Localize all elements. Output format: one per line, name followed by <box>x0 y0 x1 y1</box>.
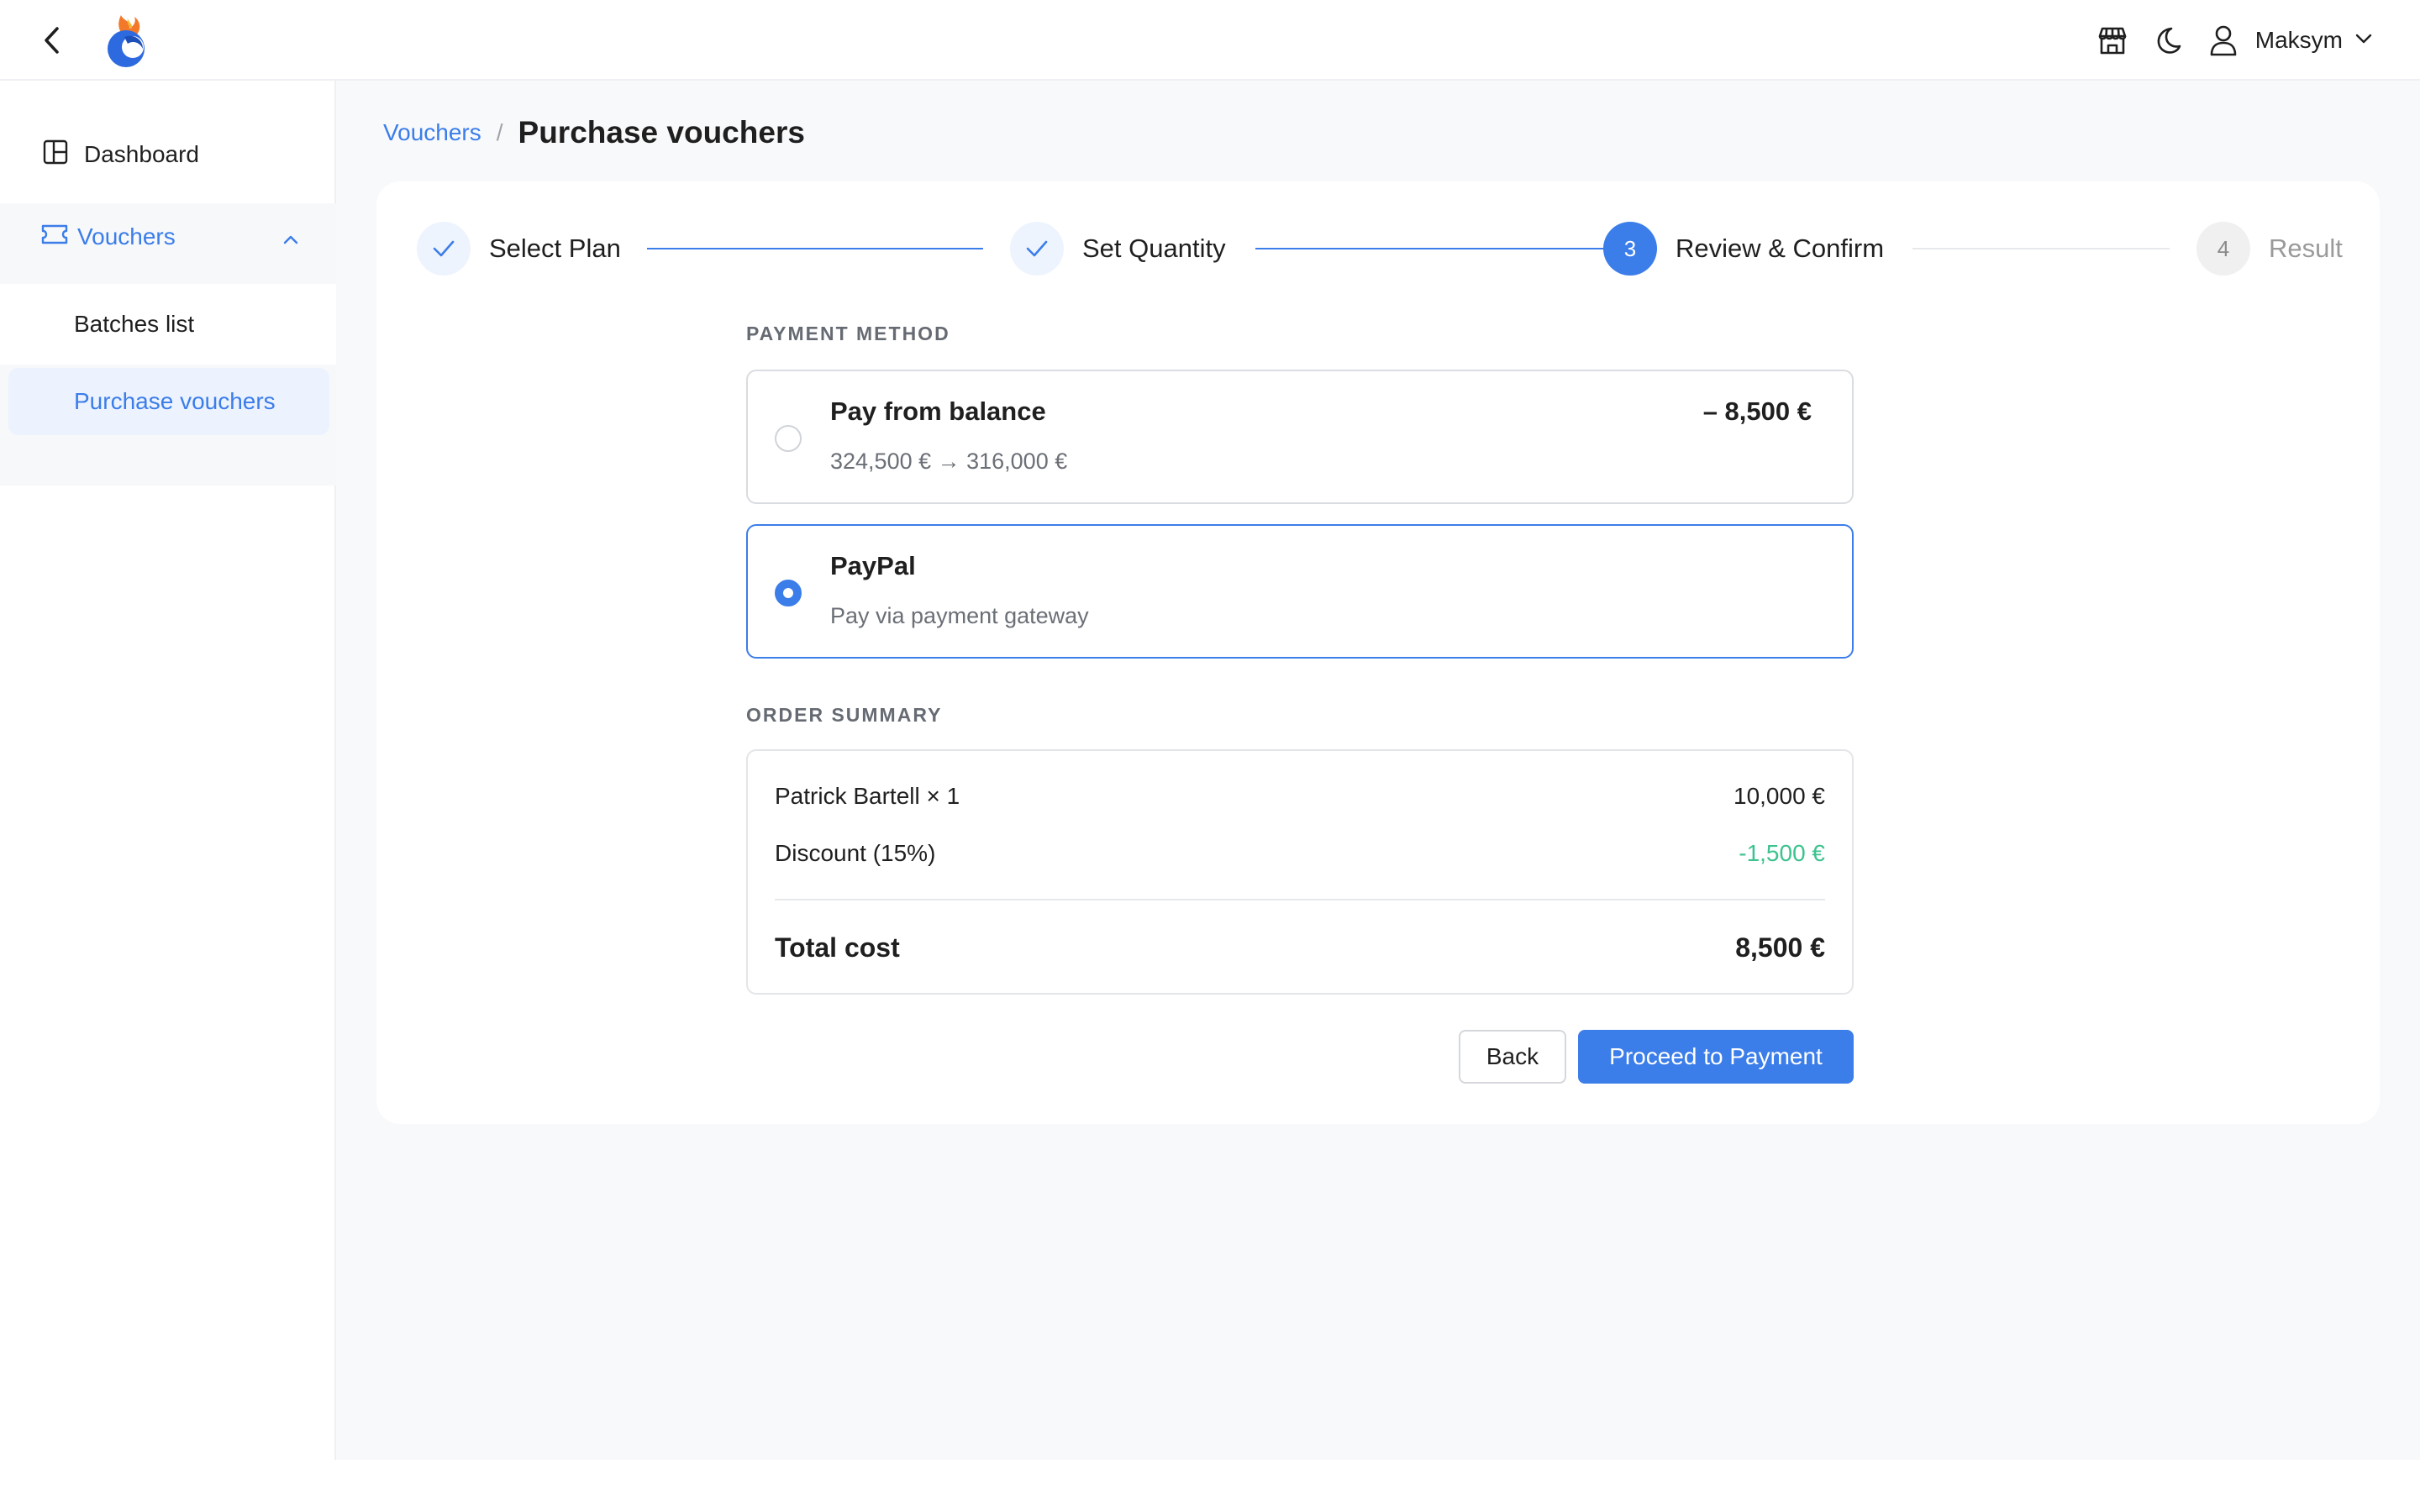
summary-row-label: Patrick Bartell × 1 <box>775 783 960 809</box>
sidebar-item-label: Batches list <box>74 311 195 337</box>
sidebar-item-purchase-vouchers[interactable]: Purchase vouchers <box>8 368 329 435</box>
step-label: Select Plan <box>489 234 621 263</box>
footer-strip <box>0 1460 2420 1512</box>
summary-row-value: 10,000 € <box>1733 783 1825 809</box>
sidebar-item-batches-list[interactable]: Batches list <box>0 284 336 365</box>
proceed-to-payment-button[interactable]: Proceed to Payment <box>1578 1030 1854 1084</box>
back-button[interactable]: Back <box>1459 1030 1566 1084</box>
step-connector <box>647 248 983 249</box>
user-name: Maksym <box>2254 27 2343 53</box>
summary-total-row: Total cost 8,500 € <box>775 932 1825 963</box>
step-connector <box>1912 248 2170 249</box>
sidebar-item-label: Purchase vouchers <box>74 388 276 414</box>
payment-option-subtitle: Pay via payment gateway <box>830 603 1089 628</box>
breadcrumb-separator: / <box>496 119 503 145</box>
step-result: 4 Result <box>2196 222 2343 276</box>
sidebar-item-vouchers[interactable]: Vouchers <box>8 203 328 270</box>
step-review-confirm: 3 Review & Confirm <box>1603 222 1884 276</box>
user-menu[interactable]: Maksym <box>2207 24 2373 57</box>
dashboard-icon <box>42 139 69 171</box>
sidebar-item-label: Vouchers <box>77 223 176 249</box>
breadcrumb: Vouchers / Purchase vouchers <box>383 113 805 153</box>
top-bar: Maksym <box>0 0 2420 81</box>
summary-row-value: -1,500 € <box>1739 840 1825 866</box>
total-value: 8,500 € <box>1735 932 1825 963</box>
radio-button[interactable] <box>775 425 802 452</box>
payment-option-title: PayPal <box>830 551 916 580</box>
divider <box>775 899 1825 900</box>
step-number: 4 <box>2196 222 2250 276</box>
step-label: Result <box>2269 234 2343 263</box>
sidebar: Dashboard Vouchers Batches list Purchase… <box>0 81 336 1460</box>
payment-option-paypal[interactable]: PayPal Pay via payment gateway <box>746 524 1854 659</box>
payment-option-balance[interactable]: Pay from balance 324,500 € → 316,000 € –… <box>746 370 1854 504</box>
step-connector <box>1255 248 1617 249</box>
back-arrow-icon[interactable] <box>35 24 69 57</box>
header-actions: Maksym <box>2096 0 2373 81</box>
store-icon[interactable] <box>2096 24 2129 57</box>
radio-button[interactable] <box>775 580 802 606</box>
user-icon <box>2207 24 2240 57</box>
summary-row-label: Discount (15%) <box>775 840 936 866</box>
order-summary: Patrick Bartell × 1 10,000 € Discount (1… <box>746 749 1854 995</box>
payment-option-subtitle: 324,500 € → 316,000 € <box>830 449 1068 474</box>
step-set-quantity: Set Quantity <box>1010 222 1226 276</box>
moon-icon[interactable] <box>2151 24 2185 57</box>
summary-row: Discount (15%) -1,500 € <box>775 840 1825 867</box>
section-title-order-summary: ORDER SUMMARY <box>746 704 943 726</box>
ticket-icon <box>40 223 69 251</box>
chevron-up-icon <box>282 223 299 250</box>
step-label: Review & Confirm <box>1676 234 1885 263</box>
app-logo[interactable] <box>99 12 153 69</box>
chevron-down-icon <box>2354 33 2373 49</box>
sidebar-item-dashboard[interactable]: Dashboard <box>8 121 328 188</box>
payment-option-title: Pay from balance <box>830 396 1046 426</box>
total-label: Total cost <box>775 932 900 963</box>
check-icon <box>417 222 471 276</box>
sidebar-item-label: Dashboard <box>84 141 199 167</box>
section-title-payment-method: PAYMENT METHOD <box>746 323 950 344</box>
payment-option-amount: – 8,500 € <box>1702 396 1812 426</box>
purchase-card: Select Plan Set Quantity 3 Review & Conf… <box>376 181 2380 1124</box>
step-number: 3 <box>1603 222 1657 276</box>
check-icon <box>1010 222 1064 276</box>
step-label: Set Quantity <box>1082 234 1226 263</box>
page-title: Purchase vouchers <box>518 115 805 150</box>
step-select-plan: Select Plan <box>417 222 621 276</box>
summary-row: Patrick Bartell × 1 10,000 € <box>775 783 1825 810</box>
breadcrumb-link-vouchers[interactable]: Vouchers <box>383 119 481 146</box>
vouchers-group: Vouchers Batches list Purchase vouchers <box>0 203 336 486</box>
